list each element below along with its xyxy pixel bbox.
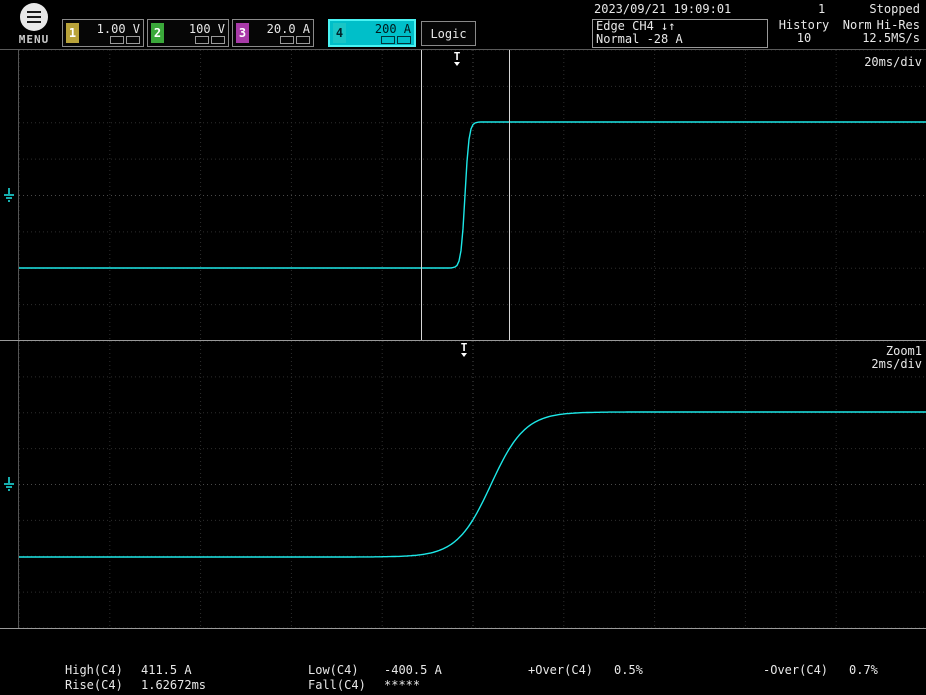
channel4-scale: 200 A [375,23,411,35]
channel3-badge: 3 [236,23,249,43]
channel1-scale: 1.00 V [97,23,140,35]
measurement-bar: High(C4)411.5 A Rise(C4)1.62672ms Low(C4… [0,663,926,695]
acquisition-mode-info: Norm Hi-Res 12.5MS/s [828,19,920,45]
channel3-scale: 20.0 A [267,23,310,35]
main-timebase-label: 20ms/div [864,55,922,69]
channel3-button[interactable]: 3 20.0 A [232,19,314,47]
channel1-probe-icon [126,36,140,44]
status-area: 2023/09/21 19:09:01 1 Stopped Edge CH4 ↓… [592,2,922,48]
measurement-rise: Rise(C4)1.62672ms [65,678,206,692]
zoom-cursor-left[interactable] [421,50,422,341]
channel2-coupling-icon [195,36,209,44]
zoom-grid-and-waveform [19,341,926,628]
datetime: 2023/09/21 19:09:01 [594,2,731,16]
channel1-button[interactable]: 1 1.00 V [62,19,144,47]
channel3-coupling-icon [280,36,294,44]
measurement-plus-over: +Over(C4)0.5% [528,663,643,677]
trigger-position-marker-main[interactable]: T [451,52,463,66]
bottom-divider [0,628,926,629]
ch4-position-marker-zoom[interactable] [3,477,15,496]
measurement-high: High(C4)411.5 A [65,663,192,677]
channel2-badge: 2 [151,23,164,43]
hamburger-menu-icon [20,3,48,31]
history-info[interactable]: History 10 [774,19,834,45]
channel4-coupling-icon [381,36,395,44]
channel1-coupling-icon [110,36,124,44]
acquisition-count: 1 [818,2,825,16]
history-value: 10 [774,32,834,45]
measurement-minus-over: -Over(C4)0.7% [763,663,878,677]
channel2-button[interactable]: 2 100 V [147,19,229,47]
resolution-mode: Hi-Res [877,18,920,32]
channel1-badge: 1 [66,23,79,43]
measurement-low: Low(C4)-400.5 A [308,663,442,677]
oscilloscope-screen: MENU 1 1.00 V 2 100 V 3 20.0 A [0,0,926,695]
trigger-level: Normal -28 A [596,33,764,46]
main-waveform-window: T 20ms/div [18,50,926,341]
ground-symbol-icon [3,188,15,203]
measurement-fall: Fall(C4)***** [308,678,420,692]
menu-button[interactable]: MENU [12,3,56,49]
channel2-probe-icon [211,36,225,44]
zoom-timebase-label: 2ms/div [871,357,922,371]
trigger-position-marker-zoom[interactable]: T [458,343,470,357]
channel3-probe-icon [296,36,310,44]
zoom-cursor-right[interactable] [509,50,510,341]
zoom-waveform-window: T Zoom1 2ms/div [18,341,926,628]
logic-label: Logic [430,27,466,41]
menu-label: MENU [12,33,56,46]
main-grid-and-waveform [19,50,926,341]
trigger-info-box[interactable]: Edge CH4 ↓↑ Normal -28 A [592,19,768,48]
channel4-badge: 4 [333,23,346,43]
ground-symbol-icon [3,477,15,492]
run-state: Stopped [869,2,920,16]
ch4-position-marker-main[interactable] [3,188,15,207]
logic-button[interactable]: Logic [421,21,476,46]
channel4-button-selected[interactable]: 4 200 A [328,19,416,47]
channel2-scale: 100 V [189,23,225,35]
acq-mode: Norm [843,18,872,32]
sample-rate: 12.5MS/s [828,32,920,45]
zoom-window-label: Zoom1 [886,344,922,358]
window-divider [0,340,926,341]
channel4-probe-icon [397,36,411,44]
